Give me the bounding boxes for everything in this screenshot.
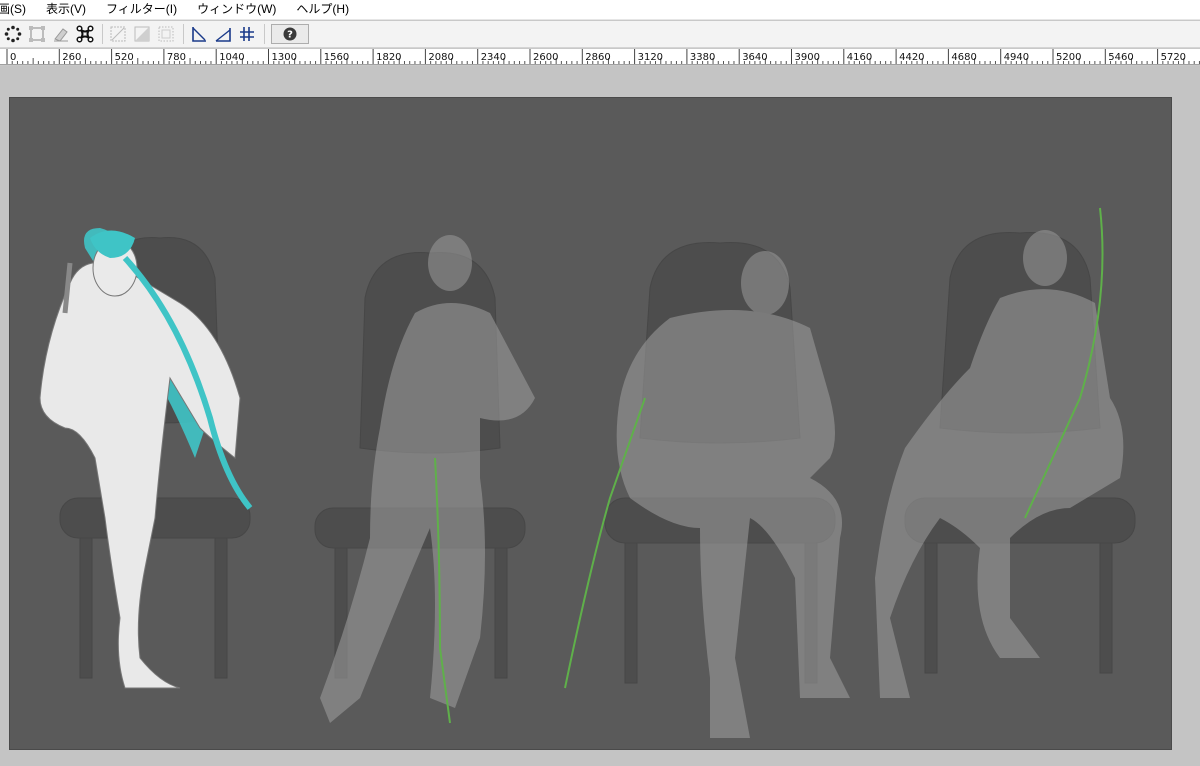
app-window: 画(S) 表示(V) フィルター(I) ウィンドウ(W) ヘルプ(H) ? 0 … <box>0 0 1200 766</box>
workspace <box>0 66 1200 766</box>
help-button[interactable]: ? <box>271 24 309 44</box>
ruler-label: 4160 <box>847 52 872 63</box>
ruler-label: 1040 <box>219 52 244 63</box>
toolbar-separator <box>183 24 184 44</box>
menu-item-window[interactable]: ウィンドウ(W) <box>187 0 286 20</box>
ruler-label: 1560 <box>324 52 349 63</box>
ruler-label: 4680 <box>951 52 976 63</box>
toolbar-separator <box>102 24 103 44</box>
ruler-label: 4420 <box>899 52 924 63</box>
menu-item-view[interactable]: 表示(V) <box>36 0 96 20</box>
move-points-button[interactable] <box>2 23 24 45</box>
toolbar: ? <box>0 21 1200 48</box>
question-icon: ? <box>283 27 297 41</box>
ruler-label: 780 <box>167 52 186 63</box>
figure-4-translucent <box>875 230 1124 698</box>
ruler-label: 5460 <box>1108 52 1133 63</box>
disabled-diagonal-button[interactable] <box>107 23 129 45</box>
ruler-label: 5720 <box>1161 52 1186 63</box>
artwork <box>39 207 1136 738</box>
ruler-label: 520 <box>115 52 134 63</box>
angle-ruler-icon <box>215 28 231 42</box>
svg-text:?: ? <box>287 30 293 41</box>
disabled-fill-icon <box>134 26 150 42</box>
ruler-label: 2340 <box>481 52 506 63</box>
perspective-ruler-button[interactable] <box>188 23 210 45</box>
ruler-label: 260 <box>62 52 81 63</box>
move-points-icon <box>4 25 22 43</box>
menu-item-filter[interactable]: フィルター(I) <box>96 0 187 20</box>
disabled-fill-button[interactable] <box>131 23 153 45</box>
ruler-label: 2600 <box>533 52 558 63</box>
perspective-ruler-icon <box>192 27 206 42</box>
ruler-label: 3900 <box>795 52 820 63</box>
control-points-button[interactable] <box>74 23 96 45</box>
ruler-label: 3380 <box>690 52 715 63</box>
ruler-label: 2860 <box>585 52 610 63</box>
ruler-label: 2080 <box>428 52 453 63</box>
ruler-label: 4940 <box>1004 52 1029 63</box>
angle-ruler-button[interactable] <box>212 23 234 45</box>
transform-box-icon <box>29 26 45 42</box>
ruler-label: 3120 <box>638 52 663 63</box>
ruler-label: 3640 <box>742 52 767 63</box>
drawing-canvas[interactable] <box>9 97 1172 750</box>
grid-snap-icon <box>240 27 254 41</box>
grid-snap-button[interactable] <box>236 23 258 45</box>
ruler-label: 1820 <box>376 52 401 63</box>
disabled-dotted-box-button[interactable] <box>155 23 177 45</box>
toolbar-separator <box>264 24 265 44</box>
horizontal-ruler[interactable]: 0 260 520 780 1040 1300 1560 1820 2080 2340 2600 28… <box>0 49 1200 65</box>
menu-bar: 画(S) 表示(V) フィルター(I) ウィンドウ(W) ヘルプ(H) <box>0 0 1200 20</box>
disabled-dotted-box-icon <box>158 26 174 42</box>
ruler-label: 0 <box>10 52 16 63</box>
control-points-icon <box>76 25 94 43</box>
menu-item-help[interactable]: ヘルプ(H) <box>286 0 359 20</box>
ruler-scale: 0 260 520 780 1040 1300 1560 1820 2080 2340 2600 28… <box>6 49 1200 64</box>
disabled-diagonal-icon <box>110 26 126 42</box>
eraser-stroke-icon <box>54 28 68 42</box>
menu-item-layer[interactable]: 画(S) <box>0 0 36 20</box>
transform-box-button[interactable] <box>26 23 48 45</box>
ruler-label: 5200 <box>1056 52 1081 63</box>
eraser-stroke-button[interactable] <box>50 23 72 45</box>
ruler-label: 1300 <box>272 52 297 63</box>
